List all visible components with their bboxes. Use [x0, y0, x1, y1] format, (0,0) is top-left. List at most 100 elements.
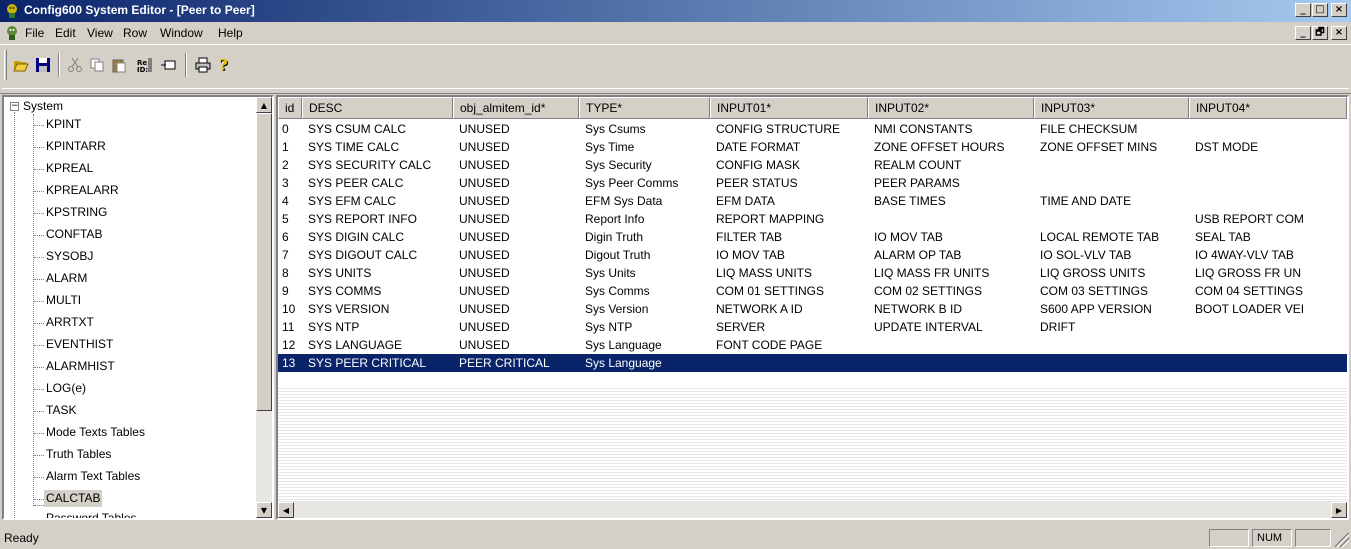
cell-input03[interactable]: FILE CHECKSUM: [1034, 120, 1189, 138]
table-row[interactable]: 7 SYS DIGOUT CALC UNUSED Digout Truth IO MOV…: [278, 246, 1347, 264]
cell-input04[interactable]: [1189, 354, 1347, 372]
cell-type[interactable]: Sys Language: [579, 336, 710, 354]
close-button[interactable]: ×: [1331, 3, 1347, 17]
cell-obj-almitem-id[interactable]: UNUSED: [453, 174, 579, 192]
cell-type[interactable]: Sys Version: [579, 300, 710, 318]
cell-input03[interactable]: [1034, 156, 1189, 174]
table-row[interactable]: 9 SYS COMMS UNUSED Sys Comms COM 01 SETTINGS…: [278, 282, 1347, 300]
cell-input02[interactable]: [868, 210, 1034, 228]
cell-desc[interactable]: SYS EFM CALC: [302, 192, 453, 210]
print-icon[interactable]: [192, 54, 214, 76]
cell-input04[interactable]: LIQ GROSS FR UN: [1189, 264, 1347, 282]
cell-type[interactable]: Sys Security: [579, 156, 710, 174]
cell-id[interactable]: 5: [278, 210, 302, 228]
table-row[interactable]: 11 SYS NTP UNUSED Sys NTP SERVER UPDATE INTER…: [278, 318, 1347, 336]
cell-obj-almitem-id[interactable]: UNUSED: [453, 156, 579, 174]
table-row[interactable]: 12 SYS LANGUAGE UNUSED Sys Language FONT COD…: [278, 336, 1347, 354]
table-row[interactable]: 10 SYS VERSION UNUSED Sys Version NETWORK A …: [278, 300, 1347, 318]
table-row[interactable]: 6 SYS DIGIN CALC UNUSED Digin Truth FILTER T…: [278, 228, 1347, 246]
cell-desc[interactable]: SYS REPORT INFO: [302, 210, 453, 228]
cell-obj-almitem-id[interactable]: UNUSED: [453, 246, 579, 264]
cell-id[interactable]: 2: [278, 156, 302, 174]
help-icon[interactable]: ??: [214, 54, 236, 76]
tree-item-alarm-text-tables[interactable]: Alarm Text Tables: [46, 468, 140, 485]
tree-item-calctab[interactable]: CALCTAB: [44, 490, 103, 507]
cell-input03[interactable]: DRIFT: [1034, 318, 1189, 336]
cell-type[interactable]: Report Info: [579, 210, 710, 228]
cell-input04[interactable]: [1189, 120, 1347, 138]
cell-obj-almitem-id[interactable]: UNUSED: [453, 264, 579, 282]
cell-input02[interactable]: NMI CONSTANTS: [868, 120, 1034, 138]
scroll-up-icon[interactable]: ▲: [256, 97, 272, 113]
resize-grip[interactable]: [1335, 533, 1349, 547]
cell-input03[interactable]: ZONE OFFSET MINS: [1034, 138, 1189, 156]
tree-item-truth-tables[interactable]: Truth Tables: [46, 446, 111, 463]
cell-input03[interactable]: COM 03 SETTINGS: [1034, 282, 1189, 300]
tree-item-kpintarr[interactable]: KPINTARR: [46, 138, 106, 155]
cell-input01[interactable]: [710, 354, 868, 372]
cell-obj-almitem-id[interactable]: UNUSED: [453, 318, 579, 336]
tree-item-kpreal[interactable]: KPREAL: [46, 160, 93, 177]
cell-input02[interactable]: IO MOV TAB: [868, 228, 1034, 246]
cell-id[interactable]: 4: [278, 192, 302, 210]
cell-id[interactable]: 3: [278, 174, 302, 192]
tree-item-sysobj[interactable]: SYSOBJ: [46, 248, 93, 265]
menu-window[interactable]: Window: [160, 26, 203, 40]
cell-obj-almitem-id[interactable]: UNUSED: [453, 210, 579, 228]
cell-input03[interactable]: [1034, 174, 1189, 192]
cell-input02[interactable]: BASE TIMES: [868, 192, 1034, 210]
table-row[interactable]: 1 SYS TIME CALC UNUSED Sys Time DATE FORMAT Z…: [278, 138, 1347, 156]
cell-obj-almitem-id[interactable]: UNUSED: [453, 336, 579, 354]
cell-desc[interactable]: SYS PEER CALC: [302, 174, 453, 192]
cell-input04[interactable]: [1189, 192, 1347, 210]
table-grid[interactable]: id DESC obj_almitem_id* TYPE* INPUT01* I…: [276, 95, 1349, 520]
table-row[interactable]: 5 SYS REPORT INFO UNUSED Report Info REPORT …: [278, 210, 1347, 228]
cell-desc[interactable]: SYS UNITS: [302, 264, 453, 282]
maximize-button[interactable]: □: [1312, 3, 1328, 17]
column-header-desc[interactable]: DESC: [302, 97, 453, 119]
cell-input04[interactable]: [1189, 156, 1347, 174]
cell-input04[interactable]: [1189, 336, 1347, 354]
minimize-button[interactable]: _: [1295, 3, 1311, 17]
mdi-close-button[interactable]: ×: [1331, 26, 1347, 40]
cell-type[interactable]: Sys Time: [579, 138, 710, 156]
grid-horizontal-scrollbar[interactable]: ◀ ▶: [278, 501, 1347, 518]
cell-obj-almitem-id[interactable]: UNUSED: [453, 192, 579, 210]
cell-id[interactable]: 13: [278, 354, 302, 372]
menu-row[interactable]: Row: [123, 26, 147, 40]
tree-item-alarmhist[interactable]: ALARMHIST: [46, 358, 115, 375]
tree-root-system[interactable]: System: [23, 98, 63, 115]
toolbar-grip[interactable]: [4, 50, 7, 80]
cell-input03[interactable]: LIQ GROSS UNITS: [1034, 264, 1189, 282]
tree-item-arrtxt[interactable]: ARRTXT: [46, 314, 94, 331]
tree-item-log[interactable]: LOG(e): [46, 380, 86, 397]
cell-id[interactable]: 8: [278, 264, 302, 282]
cell-input01[interactable]: IO MOV TAB: [710, 246, 868, 264]
cell-id[interactable]: 10: [278, 300, 302, 318]
table-row[interactable]: 4 SYS EFM CALC UNUSED EFM Sys Data EFM DATA B…: [278, 192, 1347, 210]
mdi-restore-button[interactable]: 🗗: [1312, 26, 1328, 40]
cell-input02[interactable]: LIQ MASS FR UNITS: [868, 264, 1034, 282]
open-icon[interactable]: [10, 54, 32, 76]
cell-obj-almitem-id[interactable]: UNUSED: [453, 282, 579, 300]
menu-help[interactable]: Help: [218, 26, 243, 40]
cell-input03[interactable]: LOCAL REMOTE TAB: [1034, 228, 1189, 246]
app-icon[interactable]: [4, 3, 20, 19]
column-header-input01[interactable]: INPUT01*: [710, 97, 868, 119]
renumber-ids-icon[interactable]: Re! ID:: [134, 54, 156, 76]
cell-obj-almitem-id[interactable]: UNUSED: [453, 120, 579, 138]
cell-desc[interactable]: SYS LANGUAGE: [302, 336, 453, 354]
cell-desc[interactable]: SYS SECURITY CALC: [302, 156, 453, 174]
cell-input01[interactable]: FILTER TAB: [710, 228, 868, 246]
cell-desc[interactable]: SYS CSUM CALC: [302, 120, 453, 138]
table-row[interactable]: 0 SYS CSUM CALC UNUSED Sys Csums CONFIG STRU…: [278, 120, 1347, 138]
cell-input04[interactable]: USB REPORT COM: [1189, 210, 1347, 228]
cell-desc[interactable]: SYS PEER CRITICAL: [302, 354, 453, 372]
menu-view[interactable]: View: [87, 26, 113, 40]
paste-icon[interactable]: [108, 54, 130, 76]
cell-input04[interactable]: [1189, 318, 1347, 336]
cell-id[interactable]: 9: [278, 282, 302, 300]
cell-input02[interactable]: NETWORK B ID: [868, 300, 1034, 318]
cell-id[interactable]: 1: [278, 138, 302, 156]
scroll-left-icon[interactable]: ◀: [278, 502, 294, 518]
